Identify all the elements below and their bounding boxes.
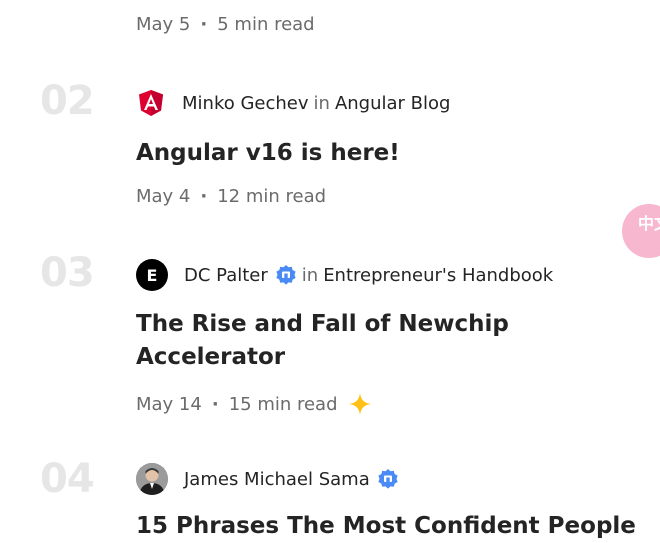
meta-separator: · [211, 393, 219, 415]
author-row: E DC Palter in Entrepreneur's Handbook [136, 259, 553, 291]
article-meta: May 14 · 15 min read [136, 392, 372, 416]
translate-widget-label: 中文 [638, 214, 660, 233]
article-meta: May 4 · 12 min read [136, 186, 326, 207]
verified-badge-icon [377, 468, 399, 490]
user-photo-avatar[interactable] [136, 463, 168, 495]
author-name[interactable]: Minko Gechev [182, 93, 309, 114]
angular-logo-icon[interactable] [136, 87, 166, 119]
article-date: May 5 [136, 14, 191, 35]
publication-name[interactable]: Angular Blog [335, 93, 451, 114]
trending-rank: 04 [40, 456, 95, 502]
publication-name[interactable]: Entrepreneur's Handbook [323, 265, 553, 286]
article-date: May 4 [136, 186, 191, 207]
read-time: 12 min read [217, 186, 327, 207]
article-title[interactable]: 15 Phrases The Most Confident People [136, 510, 656, 543]
entrepreneurs-handbook-logo-icon[interactable]: E [136, 259, 168, 291]
article-date: May 14 [136, 393, 202, 415]
article-title[interactable]: Angular v16 is here! [136, 137, 636, 170]
article-meta: May 5 · 5 min read [136, 14, 315, 35]
in-label: in [313, 92, 330, 114]
verified-badge-icon [275, 264, 297, 286]
trending-rank: 03 [40, 250, 95, 296]
avatar-letter: E [146, 265, 158, 285]
author-name[interactable]: James Michael Sama [184, 469, 370, 490]
article-title[interactable]: The Rise and Fall of Newchip Accelerator [136, 308, 536, 374]
trending-rank: 02 [40, 78, 95, 124]
meta-separator: · [200, 14, 208, 35]
author-row: James Michael Sama [136, 463, 399, 495]
author-row: Minko Gechev in Angular Blog [136, 87, 450, 119]
meta-separator: · [200, 186, 208, 207]
read-time: 15 min read [228, 393, 338, 415]
member-only-sparkle-icon [348, 392, 372, 416]
in-label: in [301, 264, 319, 286]
read-time: 5 min read [217, 14, 315, 35]
translate-widget-button[interactable]: 中文 [622, 204, 660, 258]
author-name[interactable]: DC Palter [184, 265, 268, 286]
